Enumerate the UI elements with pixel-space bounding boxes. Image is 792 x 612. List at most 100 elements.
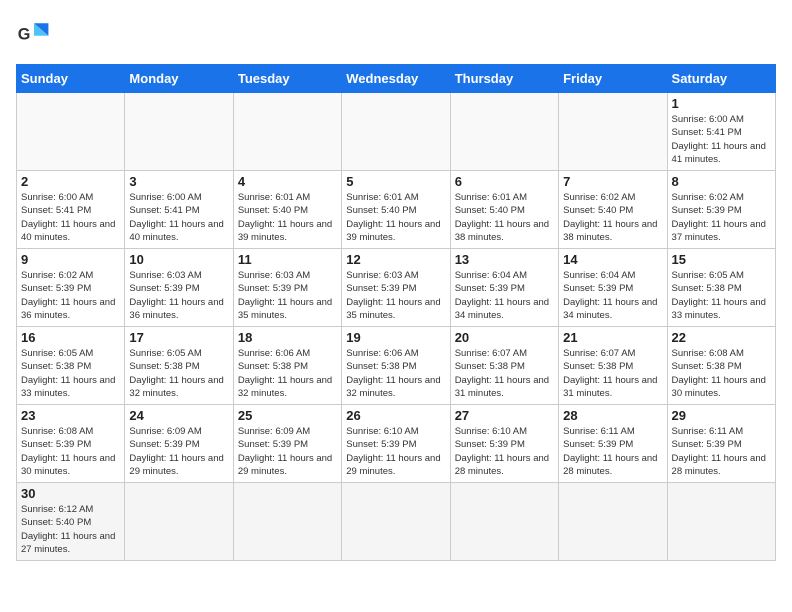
- day-number: 3: [129, 174, 228, 189]
- day-number: 6: [455, 174, 554, 189]
- calendar-day-cell: 10 Sunrise: 6:03 AM Sunset: 5:39 PM Dayli…: [125, 249, 233, 327]
- day-info: Sunrise: 6:08 AM Sunset: 5:38 PM Dayligh…: [672, 347, 771, 400]
- day-info: Sunrise: 6:03 AM Sunset: 5:39 PM Dayligh…: [346, 269, 445, 322]
- logo-icon: G: [16, 16, 52, 52]
- day-of-week-header: Monday: [125, 65, 233, 93]
- calendar-day-cell: 23Sunrise: 6:08 AM Sunset: 5:39 PM Dayli…: [17, 405, 125, 483]
- day-info: Sunrise: 6:08 AM Sunset: 5:39 PM Dayligh…: [21, 425, 120, 478]
- day-info: Sunrise: 6:04 AM Sunset: 5:39 PM Dayligh…: [563, 269, 662, 322]
- calendar-day-cell: 12Sunrise: 6:03 AM Sunset: 5:39 PM Dayli…: [342, 249, 450, 327]
- day-info: Sunrise: 6:09 AM Sunset: 5:39 PM Dayligh…: [238, 425, 337, 478]
- day-number: 27: [455, 408, 554, 423]
- calendar-week-row: 16 Sunrise: 6:05 AM Sunset: 5:38 PM Dayli…: [17, 327, 776, 405]
- day-info: Sunrise: 6:07 AM Sunset: 5:38 PM Dayligh…: [455, 347, 554, 400]
- day-number: 28: [563, 408, 662, 423]
- day-info: Sunrise: 6:10 AM Sunset: 5:39 PM Dayligh…: [346, 425, 445, 478]
- calendar-day-cell: [342, 93, 450, 171]
- day-number: 20: [455, 330, 554, 345]
- calendar-day-cell: [233, 483, 341, 561]
- day-number: 21: [563, 330, 662, 345]
- calendar-day-cell: 4 Sunrise: 6:01 AM Sunset: 5:40 PM Daylig…: [233, 171, 341, 249]
- calendar-day-cell: 16 Sunrise: 6:05 AM Sunset: 5:38 PM Dayli…: [17, 327, 125, 405]
- day-of-week-header: Wednesday: [342, 65, 450, 93]
- day-info: Sunrise: 6:01 AM Sunset: 5:40 PM Dayligh…: [238, 191, 337, 244]
- day-info: Sunrise: 6:03 AM Sunset: 5:39 PM Dayligh…: [238, 269, 337, 322]
- calendar-day-cell: [125, 483, 233, 561]
- day-of-week-header: Thursday: [450, 65, 558, 93]
- svg-text:G: G: [18, 25, 31, 43]
- calendar-day-cell: 21 Sunrise: 6:07 AM Sunset: 5:38 PM Dayli…: [559, 327, 667, 405]
- day-of-week-header: Saturday: [667, 65, 775, 93]
- day-number: 30: [21, 486, 120, 501]
- day-number: 16: [21, 330, 120, 345]
- calendar-day-cell: 17Sunrise: 6:05 AM Sunset: 5:38 PM Dayli…: [125, 327, 233, 405]
- day-number: 29: [672, 408, 771, 423]
- day-info: Sunrise: 6:07 AM Sunset: 5:38 PM Dayligh…: [563, 347, 662, 400]
- day-number: 22: [672, 330, 771, 345]
- day-info: Sunrise: 6:00 AM Sunset: 5:41 PM Dayligh…: [129, 191, 228, 244]
- calendar-day-cell: [450, 93, 558, 171]
- calendar-day-cell: 9 Sunrise: 6:02 AM Sunset: 5:39 PM Daylig…: [17, 249, 125, 327]
- day-info: Sunrise: 6:06 AM Sunset: 5:38 PM Dayligh…: [346, 347, 445, 400]
- day-info: Sunrise: 6:02 AM Sunset: 5:39 PM Dayligh…: [21, 269, 120, 322]
- calendar-table: SundayMondayTuesdayWednesdayThursdayFrid…: [16, 64, 776, 561]
- calendar-week-row: 2 Sunrise: 6:00 AM Sunset: 5:41 PM Daylig…: [17, 171, 776, 249]
- calendar-day-cell: 27Sunrise: 6:10 AM Sunset: 5:39 PM Dayli…: [450, 405, 558, 483]
- day-info: Sunrise: 6:09 AM Sunset: 5:39 PM Dayligh…: [129, 425, 228, 478]
- calendar-day-cell: 19Sunrise: 6:06 AM Sunset: 5:38 PM Dayli…: [342, 327, 450, 405]
- calendar-day-cell: 22 Sunrise: 6:08 AM Sunset: 5:38 PM Dayli…: [667, 327, 775, 405]
- day-info: Sunrise: 6:11 AM Sunset: 5:39 PM Dayligh…: [672, 425, 771, 478]
- calendar-day-cell: 11 Sunrise: 6:03 AM Sunset: 5:39 PM Dayli…: [233, 249, 341, 327]
- day-number: 7: [563, 174, 662, 189]
- calendar-day-cell: 15 Sunrise: 6:05 AM Sunset: 5:38 PM Dayli…: [667, 249, 775, 327]
- calendar-day-cell: 8 Sunrise: 6:02 AM Sunset: 5:39 PM Daylig…: [667, 171, 775, 249]
- day-number: 11: [238, 252, 337, 267]
- day-info: Sunrise: 6:11 AM Sunset: 5:39 PM Dayligh…: [563, 425, 662, 478]
- calendar-day-cell: 3 Sunrise: 6:00 AM Sunset: 5:41 PM Daylig…: [125, 171, 233, 249]
- day-number: 26: [346, 408, 445, 423]
- day-number: 9: [21, 252, 120, 267]
- day-info: Sunrise: 6:03 AM Sunset: 5:39 PM Dayligh…: [129, 269, 228, 322]
- day-number: 14: [563, 252, 662, 267]
- day-info: Sunrise: 6:05 AM Sunset: 5:38 PM Dayligh…: [21, 347, 120, 400]
- day-info: Sunrise: 6:01 AM Sunset: 5:40 PM Dayligh…: [455, 191, 554, 244]
- calendar-day-cell: [17, 93, 125, 171]
- calendar-day-cell: 30Sunrise: 6:12 AM Sunset: 5:40 PM Dayli…: [17, 483, 125, 561]
- calendar-day-cell: [667, 483, 775, 561]
- day-info: Sunrise: 6:00 AM Sunset: 5:41 PM Dayligh…: [21, 191, 120, 244]
- calendar-day-cell: 2 Sunrise: 6:00 AM Sunset: 5:41 PM Daylig…: [17, 171, 125, 249]
- calendar-week-row: 1Sunrise: 6:00 AM Sunset: 5:41 PM Daylig…: [17, 93, 776, 171]
- calendar-day-cell: 18 Sunrise: 6:06 AM Sunset: 5:38 PM Dayli…: [233, 327, 341, 405]
- day-number: 13: [455, 252, 554, 267]
- day-number: 8: [672, 174, 771, 189]
- day-info: Sunrise: 6:02 AM Sunset: 5:40 PM Dayligh…: [563, 191, 662, 244]
- calendar-day-cell: 14 Sunrise: 6:04 AM Sunset: 5:39 PM Dayli…: [559, 249, 667, 327]
- calendar-day-cell: 26 Sunrise: 6:10 AM Sunset: 5:39 PM Dayli…: [342, 405, 450, 483]
- calendar-header-row: SundayMondayTuesdayWednesdayThursdayFrid…: [17, 65, 776, 93]
- page-header: G: [16, 16, 776, 52]
- calendar-day-cell: 20 Sunrise: 6:07 AM Sunset: 5:38 PM Dayli…: [450, 327, 558, 405]
- calendar-day-cell: 28 Sunrise: 6:11 AM Sunset: 5:39 PM Dayli…: [559, 405, 667, 483]
- calendar-day-cell: [342, 483, 450, 561]
- day-number: 24: [129, 408, 228, 423]
- day-of-week-header: Sunday: [17, 65, 125, 93]
- calendar-day-cell: 25 Sunrise: 6:09 AM Sunset: 5:39 PM Dayli…: [233, 405, 341, 483]
- day-info: Sunrise: 6:05 AM Sunset: 5:38 PM Dayligh…: [672, 269, 771, 322]
- day-of-week-header: Tuesday: [233, 65, 341, 93]
- day-number: 4: [238, 174, 337, 189]
- day-info: Sunrise: 6:01 AM Sunset: 5:40 PM Dayligh…: [346, 191, 445, 244]
- day-of-week-header: Friday: [559, 65, 667, 93]
- day-number: 10: [129, 252, 228, 267]
- day-info: Sunrise: 6:02 AM Sunset: 5:39 PM Dayligh…: [672, 191, 771, 244]
- day-number: 1: [672, 96, 771, 111]
- calendar-day-cell: 5Sunrise: 6:01 AM Sunset: 5:40 PM Daylig…: [342, 171, 450, 249]
- day-number: 2: [21, 174, 120, 189]
- day-number: 25: [238, 408, 337, 423]
- day-number: 15: [672, 252, 771, 267]
- day-number: 18: [238, 330, 337, 345]
- calendar-day-cell: 29 Sunrise: 6:11 AM Sunset: 5:39 PM Dayli…: [667, 405, 775, 483]
- calendar-day-cell: 24 Sunrise: 6:09 AM Sunset: 5:39 PM Dayli…: [125, 405, 233, 483]
- calendar-day-cell: 6 Sunrise: 6:01 AM Sunset: 5:40 PM Daylig…: [450, 171, 558, 249]
- day-number: 17: [129, 330, 228, 345]
- day-info: Sunrise: 6:06 AM Sunset: 5:38 PM Dayligh…: [238, 347, 337, 400]
